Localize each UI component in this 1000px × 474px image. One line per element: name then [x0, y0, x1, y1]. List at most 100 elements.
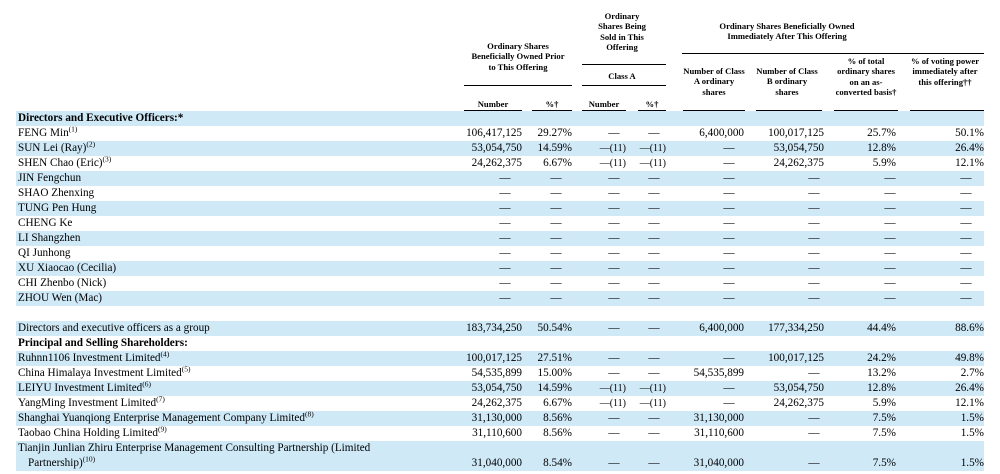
value-cell: — — [608, 247, 620, 259]
value-cell: — — [960, 292, 972, 304]
value-cell: 31,110,600 — [694, 427, 744, 439]
value-cell: — — [550, 247, 562, 259]
value-cell: 29.27% — [537, 127, 573, 139]
value-cell: — — [648, 172, 660, 184]
value-cell: — — [608, 217, 620, 229]
value-cell: — — [608, 367, 620, 379]
value-cell: — — [960, 217, 972, 229]
ownership-table: Ordinary Shares Beneficially Owned Prior… — [0, 0, 1000, 474]
value-cell: 8.56% — [543, 412, 572, 424]
header-sold-pct: %† — [645, 99, 659, 109]
value-cell: — — [648, 352, 660, 364]
value-cell: — — [608, 277, 620, 289]
value-cell: —(11) — [639, 143, 666, 154]
value-cell: 6,400,000 — [699, 127, 744, 139]
value-cell: — — [608, 127, 620, 139]
header-class-a-shares: Number of Class A ordinary shares — [683, 66, 745, 97]
footnote-ref: (3) — [102, 154, 112, 164]
header-sold: Ordinary Shares Being Sold in This Offer… — [598, 11, 646, 53]
table-row: CHI Zhenbo (Nick) — — — — — — — — — [16, 276, 984, 291]
section-heading: Directors and Executive Officers:* — [18, 112, 184, 124]
value-cell: — — [808, 202, 820, 214]
value-cell: 12.1% — [955, 157, 984, 169]
table-row: TUNG Pen Hung — — — — — — — — — [16, 201, 984, 216]
header-total-pct: % of total ordinary shares on an as-conv… — [835, 56, 897, 98]
value-cell: — — [608, 427, 620, 439]
value-cell: — — [884, 172, 896, 184]
value-cell: — — [648, 187, 660, 199]
value-cell: 12.8% — [867, 142, 896, 154]
value-cell: 27.51% — [537, 352, 573, 364]
value-cell: 2.7% — [960, 367, 984, 379]
table-row: YangMing Investment Limited(7) 24,262,375… — [16, 394, 984, 411]
value-cell: — — [499, 172, 511, 184]
value-cell: — — [648, 277, 660, 289]
value-cell: — — [608, 292, 620, 304]
value-cell: 31,130,000 — [693, 412, 744, 424]
value-cell: — — [608, 172, 620, 184]
value-cell: — — [499, 232, 511, 244]
value-cell: — — [608, 457, 620, 469]
value-cell: — — [960, 187, 972, 199]
footnote-ref: (4) — [160, 349, 170, 359]
value-cell: — — [648, 202, 660, 214]
table-row: ZHOU Wen (Mac) — — — — — — — — — [16, 291, 984, 306]
row-label: CHI Zhenbo (Nick) — [18, 277, 107, 289]
value-cell: — — [960, 172, 972, 184]
table-row: QI Junhong — — — — — — — — — [16, 246, 984, 261]
table-row — [16, 306, 984, 321]
value-cell: — — [884, 292, 896, 304]
value-cell: — — [723, 262, 735, 274]
row-label: QI Junhong — [18, 247, 71, 259]
value-cell: — — [723, 187, 735, 199]
value-cell: 8.54% — [543, 457, 572, 469]
row-label: Directors and executive officers as a gr… — [18, 322, 210, 334]
value-cell: 26.4% — [955, 142, 984, 154]
value-cell: —(11) — [639, 158, 666, 169]
header-prior: Ordinary Shares Beneficially Owned Prior… — [471, 41, 565, 72]
row-label: YangMing Investment Limited(7) — [18, 394, 165, 409]
value-cell: —(11) — [599, 398, 626, 409]
value-cell: 7.5% — [872, 412, 896, 424]
value-cell: 8.56% — [543, 427, 572, 439]
value-cell: — — [499, 217, 511, 229]
value-cell: — — [960, 232, 972, 244]
value-cell: — — [608, 262, 620, 274]
table-row: SHAO Zhenxing — — — — — — — — — [16, 186, 984, 201]
value-cell: — — [608, 322, 620, 334]
row-label: Ruhnn1106 Investment Limited(4) — [18, 349, 170, 364]
row-label: SHAO Zhenxing — [18, 187, 95, 199]
value-cell: — — [550, 217, 562, 229]
row-label: FENG Min(1) — [18, 124, 78, 139]
value-cell: 31,040,000 — [693, 457, 744, 469]
value-cell: 50.54% — [537, 322, 573, 334]
value-cell: — — [648, 292, 660, 304]
header-class-b-shares: Number of Class B ordinary shares — [756, 66, 818, 97]
header-voting-pct: % of voting power immediately after this… — [910, 56, 980, 87]
value-cell: —(11) — [599, 383, 626, 394]
table-row: JIN Fengchun — — — — — — — — — [16, 171, 984, 186]
footnote-ref: (5) — [181, 364, 191, 374]
value-cell: —(11) — [599, 143, 626, 154]
value-cell: 13.2% — [867, 367, 896, 379]
value-cell: — — [499, 262, 511, 274]
value-cell: 12.1% — [955, 397, 984, 409]
value-cell: 44.4% — [867, 322, 896, 334]
value-cell: — — [499, 292, 511, 304]
value-cell: 88.6% — [955, 322, 984, 334]
value-cell: 26.4% — [955, 382, 984, 394]
footnote-ref: (1) — [68, 124, 78, 134]
value-cell: 7.5% — [872, 427, 896, 439]
section-row: Directors and Executive Officers:* — [16, 111, 984, 126]
value-cell: — — [608, 412, 620, 424]
value-cell: — — [808, 247, 820, 259]
value-cell: — — [723, 217, 735, 229]
value-cell: — — [960, 247, 972, 259]
value-cell: — — [884, 217, 896, 229]
value-cell: — — [550, 277, 562, 289]
value-cell: — — [550, 262, 562, 274]
value-cell: — — [648, 232, 660, 244]
value-cell: — — [550, 232, 562, 244]
value-cell: 6.67% — [543, 157, 572, 169]
value-cell: 7.5% — [872, 457, 896, 469]
